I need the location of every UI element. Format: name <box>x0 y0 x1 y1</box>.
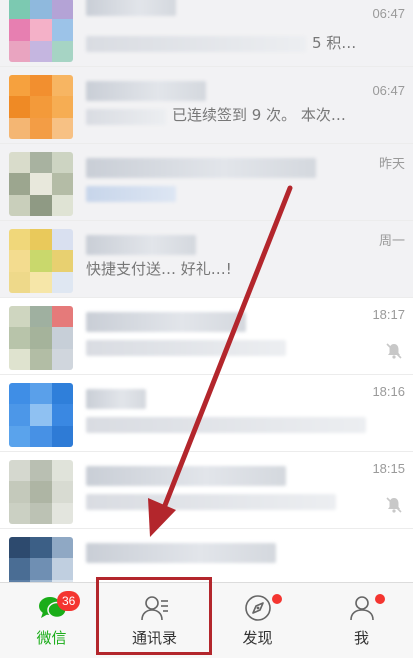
compass-icon <box>244 595 271 621</box>
chat-preview: 5 积… <box>312 34 357 52</box>
chat-row[interactable]: 昨天 <box>0 144 413 221</box>
chat-name-redacted <box>86 0 176 16</box>
chat-row[interactable]: 已连续签到 9 次。 本次… 06:47 <box>0 67 413 144</box>
chat-avatar <box>9 152 73 216</box>
person-icon <box>349 596 374 621</box>
chat-name-redacted <box>86 235 196 255</box>
chat-avatar <box>9 75 73 139</box>
chat-time: 18:16 <box>372 384 405 399</box>
chat-preview-redacted <box>86 494 336 510</box>
chat-name-redacted <box>86 312 246 332</box>
chat-time: 18:15 <box>372 461 405 476</box>
annotation-highlight-box <box>96 577 212 655</box>
new-dot <box>375 594 385 604</box>
chat-row[interactable] <box>0 529 413 582</box>
chat-preview-redacted <box>86 186 176 202</box>
chat-avatar <box>9 537 73 582</box>
chat-name-redacted <box>86 81 206 101</box>
chat-name-redacted <box>86 158 316 178</box>
chat-list: 5 积… 06:47 已连续签到 9 次。 本次… 06:47 昨天 快捷支付送… <box>0 0 413 582</box>
chat-preview: 快捷支付送… 好礼…! <box>86 260 232 278</box>
tab-me[interactable]: 我 <box>310 583 413 658</box>
chat-name-redacted <box>86 466 286 486</box>
chat-preview-redacted <box>86 417 366 433</box>
unread-badge: 36 <box>57 591 81 611</box>
chat-name-redacted <box>86 389 146 409</box>
chat-avatar <box>9 0 73 62</box>
tab-label: 发现 <box>242 629 273 647</box>
tab-label: 我 <box>353 629 369 647</box>
mute-bell-icon <box>386 497 402 513</box>
chat-time: 周一 <box>378 233 405 248</box>
new-dot <box>272 594 282 604</box>
chat-avatar <box>9 383 73 447</box>
chat-avatar <box>9 229 73 293</box>
chat-time: 06:47 <box>372 6 405 21</box>
chat-row[interactable]: 5 积… 06:47 <box>0 0 413 67</box>
tab-discover[interactable]: 发现 <box>206 583 309 658</box>
tab-chats[interactable]: 36 微信 <box>0 583 103 658</box>
chat-preview: 已连续签到 9 次。 本次… <box>172 106 346 124</box>
chat-preview-redacted <box>86 36 306 52</box>
chat-row[interactable]: 快捷支付送… 好礼…! 周一 <box>0 221 413 298</box>
chat-row[interactable]: 18:15 <box>0 452 413 529</box>
chat-time: 06:47 <box>372 83 405 98</box>
chat-avatar <box>9 460 73 524</box>
chat-row[interactable]: 18:17 <box>0 298 413 375</box>
chat-preview-redacted <box>86 340 286 356</box>
tab-label: 微信 <box>36 629 67 647</box>
chat-time: 昨天 <box>378 156 405 171</box>
mute-bell-icon <box>386 343 402 359</box>
chat-time: 18:17 <box>372 307 405 322</box>
chat-row[interactable]: 18:16 <box>0 375 413 452</box>
chat-preview-redacted <box>86 109 166 125</box>
chat-avatar <box>9 306 73 370</box>
chat-name-redacted <box>86 543 276 563</box>
